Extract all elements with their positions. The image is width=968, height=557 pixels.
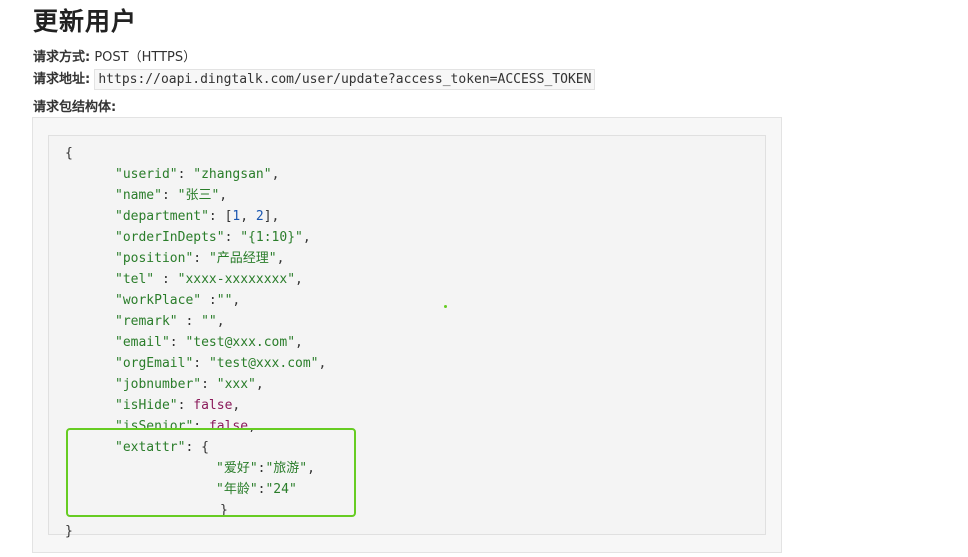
json-separator: : xyxy=(169,335,186,350)
json-separator: : xyxy=(154,272,178,287)
code-line: "tel" : "xxxx-xxxxxxxx", xyxy=(115,269,303,290)
json-value: false xyxy=(193,398,233,413)
comma: , xyxy=(216,314,225,329)
json-separator: : xyxy=(177,398,194,413)
json-key: "orgEmail" xyxy=(115,356,194,371)
json-separator: : xyxy=(193,356,209,371)
json-separator: : xyxy=(208,209,225,224)
json-key: "workPlace" xyxy=(115,293,202,308)
comma: , xyxy=(271,167,280,182)
code-line: "workPlace" :"", xyxy=(115,290,240,311)
code-line: "isHide": false, xyxy=(115,395,240,416)
request-method: 请求方式: POST（HTTPS） xyxy=(33,46,196,65)
brace: } xyxy=(65,524,73,539)
code-open-brace: { xyxy=(65,143,73,164)
brace: { xyxy=(65,146,73,161)
comma: , xyxy=(240,209,256,224)
json-separator: : xyxy=(177,314,202,329)
code-line: "email": "test@xxx.com", xyxy=(115,332,303,353)
json-value: "产品经理" xyxy=(208,251,277,266)
json-key: "name" xyxy=(115,188,162,203)
json-value: "xxxx-xxxxxxxx" xyxy=(177,272,296,287)
code-line: "orgEmail": "test@xxx.com", xyxy=(115,353,326,374)
comma: , xyxy=(295,272,303,287)
comma: , xyxy=(232,398,241,413)
json-separator: : xyxy=(224,230,241,245)
comma: , xyxy=(255,377,264,392)
json-value: "zhangsan" xyxy=(193,167,272,182)
json-separator: : xyxy=(201,293,217,308)
page-title: 更新用户 xyxy=(33,7,138,36)
request-method-label: 请求方式: xyxy=(33,50,91,65)
code-line: "position": "产品经理", xyxy=(115,248,284,269)
code-line: "userid": "zhangsan", xyxy=(115,164,279,185)
json-separator: : xyxy=(201,377,217,392)
code-line: "remark" : "", xyxy=(115,311,225,332)
extattr-highlight-box xyxy=(66,428,356,517)
json-value: "张三" xyxy=(177,188,220,203)
json-key: "tel" xyxy=(115,272,155,287)
json-key: "department" xyxy=(115,209,209,224)
request-url-label: 请求地址: xyxy=(33,72,91,87)
code-line: "name": "张三", xyxy=(115,185,227,206)
request-method-value: POST（HTTPS） xyxy=(94,50,197,65)
code-close-brace: } xyxy=(65,521,73,542)
json-separator: : xyxy=(177,167,194,182)
json-separator: : xyxy=(193,251,209,266)
json-key: "orderInDepts" xyxy=(115,230,225,245)
comma: , xyxy=(295,335,303,350)
json-value: "xxx" xyxy=(216,377,256,392)
comma: , xyxy=(232,293,241,308)
bracket: ] xyxy=(263,209,272,224)
code-line: "orderInDepts": "{1:10}", xyxy=(115,227,311,248)
comma: , xyxy=(276,251,285,266)
comma: , xyxy=(219,188,228,203)
code-line: "jobnumber": "xxx", xyxy=(115,374,264,395)
comma: , xyxy=(271,209,280,224)
request-url: 请求地址: https://oapi.dingtalk.com/user/upd… xyxy=(33,68,596,90)
json-value: "{1:10}" xyxy=(240,230,303,245)
json-key: "remark" xyxy=(115,314,178,329)
json-key: "isHide" xyxy=(115,398,178,413)
json-number: 2 xyxy=(255,209,264,224)
comma: , xyxy=(302,230,311,245)
json-value: "test@xxx.com" xyxy=(185,335,296,350)
json-key: "jobnumber" xyxy=(115,377,202,392)
json-separator: : xyxy=(161,188,178,203)
json-value: "" xyxy=(201,314,217,329)
request-body: 请求包结构体: xyxy=(33,96,116,115)
comma: , xyxy=(318,356,327,371)
json-key: "position" xyxy=(115,251,194,266)
request-body-label: 请求包结构体: xyxy=(33,100,117,115)
json-key: "email" xyxy=(115,335,170,350)
json-value: "" xyxy=(216,293,233,308)
marker-dot xyxy=(444,305,447,308)
json-value: "test@xxx.com" xyxy=(208,356,319,371)
request-url-value[interactable]: https://oapi.dingtalk.com/user/update?ac… xyxy=(94,69,596,90)
json-key: "userid" xyxy=(115,167,178,182)
code-line: "department": [1, 2], xyxy=(115,206,279,227)
